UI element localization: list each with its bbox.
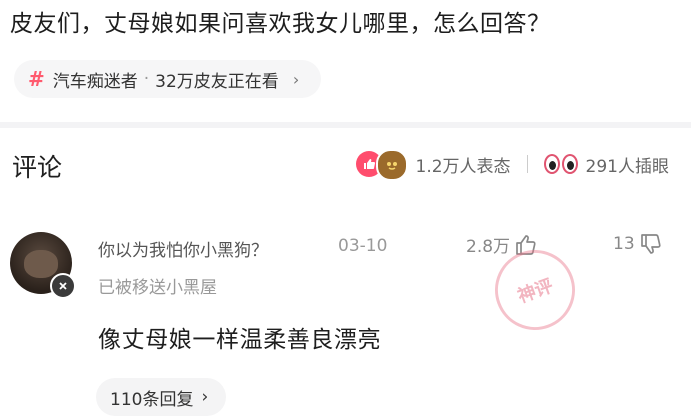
- thumbs-down-icon: [640, 234, 661, 254]
- comment-username[interactable]: 你以为我怕你小黑狗？: [98, 236, 268, 261]
- reactions-count: 1.2万人表态: [415, 156, 511, 177]
- topic-chip[interactable]: # 汽车痴迷者 · 32万皮友正在看 ›: [14, 60, 322, 98]
- reactions-summary[interactable]: 1.2万人表态 291人插眼: [355, 149, 669, 181]
- replies-button[interactable]: 110条回复 ›: [96, 378, 227, 416]
- topic-separator: ·: [143, 69, 150, 89]
- comment-item: 你以为我怕你小黑狗？ 03-10 2.8万 13 已被移送小黑屋 神评 像丈母娘…: [0, 210, 691, 419]
- comment-date: 03-10: [338, 236, 388, 256]
- reaction-emojis: [355, 149, 408, 181]
- comments-title: 评论: [12, 153, 63, 182]
- eyes-icon: [543, 154, 578, 174]
- topic-viewers: 32万皮友正在看: [155, 71, 279, 92]
- chevron-right-icon: ›: [292, 69, 300, 89]
- dislike-count: 13: [613, 234, 635, 254]
- reactions-divider: [526, 155, 528, 173]
- post-title: 皮友们，丈母娘如果问喜欢我女儿哪里，怎么回答？: [10, 11, 551, 37]
- eye-left: [543, 154, 560, 174]
- avatar-face: [24, 250, 58, 278]
- comments-header: 评论 1.2万人表态 291人插眼: [0, 128, 691, 200]
- eye-right: [561, 154, 578, 174]
- comment-status: 已被移送小黑屋: [98, 278, 217, 298]
- topic-name: 汽车痴迷者: [52, 71, 138, 92]
- inserts-count: 291人插眼: [585, 156, 669, 177]
- potato-reaction-icon: [375, 149, 408, 181]
- dislike-button[interactable]: 13: [613, 232, 663, 256]
- chevron-right-icon: ›: [201, 387, 209, 407]
- hashtag-icon: #: [28, 67, 45, 91]
- comment-text: 像丈母娘一样温柔善良漂亮: [98, 327, 382, 353]
- banned-badge-icon: [50, 273, 76, 299]
- like-count: 2.8万: [466, 237, 511, 257]
- replies-count: 110条回复: [110, 389, 194, 410]
